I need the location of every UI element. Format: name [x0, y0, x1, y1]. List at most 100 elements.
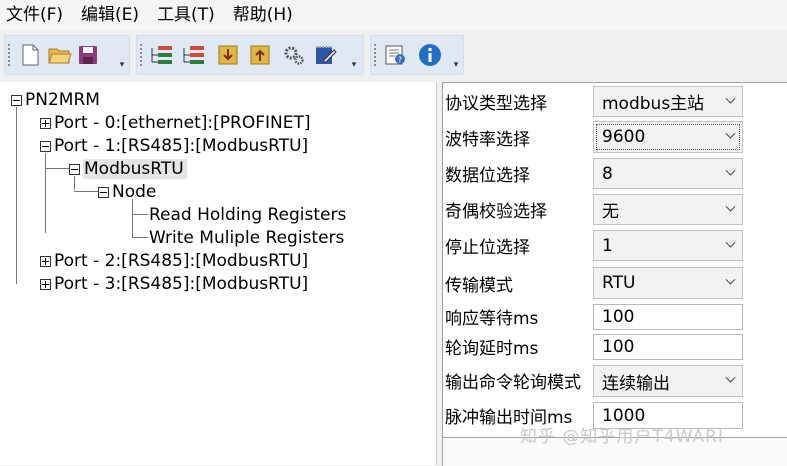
chevron-down-icon: [725, 372, 736, 383]
chevron-down-icon: [725, 201, 736, 212]
help-icon[interactable]: ?: [383, 42, 409, 68]
prop-row-parity: 奇偶校验选择 无: [443, 192, 787, 227]
toolbar-group-help: ? ▾: [370, 35, 464, 75]
chevron-down-icon: [725, 165, 736, 176]
tree-node-label: Port - 2:[RS485]:[ModbusRTU]: [54, 251, 309, 271]
info-icon[interactable]: [417, 42, 443, 68]
toolbar-group-nodes: ▾: [136, 35, 364, 75]
prop-row-databits: 数据位选择 8: [443, 156, 787, 191]
tree-node-port0[interactable]: Port - 0:[ethernet]:[PROFINET]: [40, 112, 310, 134]
databits-select[interactable]: 8: [593, 158, 743, 189]
tree-connector: [16, 107, 17, 284]
tree-node-write-multiple-registers[interactable]: Write Muliple Registers: [149, 227, 344, 249]
tree-node-port2[interactable]: Port - 2:[RS485]:[ModbusRTU]: [40, 250, 308, 272]
toolbar-overflow-chevron-icon[interactable]: ▾: [117, 60, 127, 70]
property-panel: 协议类型选择 modbus主站 波特率选择 9600 数据位选择 8 奇偶校验选…: [442, 82, 787, 438]
tree-node-port1[interactable]: Port - 1:[RS485]:[ModbusRTU]: [40, 135, 308, 157]
transfer-mode-select[interactable]: RTU: [593, 267, 743, 299]
select-value: 连续输出: [602, 373, 670, 394]
new-file-icon[interactable]: [17, 42, 43, 68]
prop-row-stopbits: 停止位选择 1: [443, 228, 787, 263]
device-tree: PN2MRM Port - 0:[ethernet]:[PROFINET] Po…: [0, 82, 436, 465]
menu-bar: 文件(F) 编辑(E) 工具(T) 帮助(H): [0, 0, 787, 30]
prop-row-output-poll-mode: 输出命令轮询模式 连续输出: [443, 362, 787, 399]
tree-connector: [132, 237, 148, 238]
collapse-icon[interactable]: [11, 94, 22, 106]
tree-node-label: Port - 3:[RS485]:[ModbusRTU]: [54, 274, 309, 294]
menu-edit[interactable]: 编辑(E): [72, 0, 148, 30]
chevron-down-icon: [725, 237, 736, 248]
tree-connector: [132, 214, 148, 215]
response-wait-input[interactable]: 100: [593, 304, 743, 330]
tree-node-node[interactable]: Node: [98, 181, 156, 203]
menu-tools[interactable]: 工具(T): [148, 0, 224, 30]
prop-row-mode: 传输模式 RTU: [443, 265, 787, 301]
select-value: 8: [602, 163, 613, 184]
download-icon[interactable]: [215, 42, 241, 68]
prop-label: 奇偶校验选择: [445, 202, 547, 222]
toolbar-grip[interactable]: [140, 44, 142, 68]
prop-label: 停止位选择: [445, 238, 530, 258]
tree-node-port3[interactable]: Port - 3:[RS485]:[ModbusRTU]: [40, 273, 308, 295]
input-value: 100: [602, 307, 635, 327]
expand-icon[interactable]: [40, 255, 51, 267]
toolbar-group-file: ▾: [4, 35, 130, 75]
baudrate-select[interactable]: 9600: [593, 121, 743, 153]
expand-icon[interactable]: [40, 278, 51, 290]
tree-node-modbusrtu[interactable]: ModbusRTU: [69, 158, 187, 180]
chevron-down-icon: [725, 274, 736, 285]
input-value: 100: [602, 337, 635, 357]
tree-connector: [132, 199, 133, 237]
tree-node-label: Read Holding Registers: [149, 205, 347, 225]
save-icon[interactable]: [75, 42, 101, 68]
protocol-select[interactable]: modbus主站: [593, 86, 743, 117]
prop-row-response: 响应等待ms 100: [443, 302, 787, 331]
tree-connector: [45, 153, 46, 233]
remove-node-icon[interactable]: [181, 42, 207, 68]
prop-row-baud: 波特率选择 9600: [443, 119, 787, 155]
tree-node-label: PN2MRM: [25, 90, 100, 110]
upload-icon[interactable]: [247, 42, 273, 68]
parity-select[interactable]: 无: [593, 194, 743, 225]
toolbar-grip[interactable]: [374, 44, 376, 68]
tree-connector: [45, 168, 69, 169]
settings-gears-icon[interactable]: [281, 42, 307, 68]
menu-help[interactable]: 帮助(H): [224, 0, 302, 30]
collapse-icon[interactable]: [98, 186, 109, 198]
edit-notebook-icon[interactable]: [313, 42, 339, 68]
watermark-text: 知乎 @知乎用户T4WARI: [520, 427, 724, 447]
add-node-icon[interactable]: [149, 42, 175, 68]
menu-file[interactable]: 文件(F): [0, 0, 72, 30]
expand-icon[interactable]: [40, 117, 51, 129]
select-value: 9600: [602, 127, 646, 147]
toolbar-overflow-chevron-icon[interactable]: ▾: [349, 60, 359, 70]
tree-node-label: Port - 0:[ethernet]:[PROFINET]: [54, 113, 311, 133]
select-value: 1: [602, 235, 613, 256]
prop-row-poll-delay: 轮询延时ms 100: [443, 332, 787, 361]
output-poll-mode-select[interactable]: 连续输出: [593, 365, 743, 397]
tree-connector: [74, 191, 98, 192]
prop-label: 响应等待ms: [445, 309, 539, 329]
prop-label: 轮询延时ms: [445, 339, 539, 359]
open-folder-icon[interactable]: [47, 42, 73, 68]
select-value: RTU: [602, 273, 636, 293]
toolbar-overflow-chevron-icon[interactable]: ▾: [451, 60, 461, 70]
prop-row-protocol: 协议类型选择 modbus主站: [443, 84, 787, 119]
collapse-icon[interactable]: [69, 163, 80, 175]
select-value: 无: [602, 202, 619, 222]
prop-label: 波特率选择: [445, 129, 530, 150]
poll-delay-input[interactable]: 100: [593, 334, 743, 360]
prop-label: 协议类型选择: [445, 94, 547, 114]
chevron-down-icon: [725, 128, 736, 139]
select-value: modbus主站: [602, 94, 705, 114]
stopbits-select[interactable]: 1: [593, 230, 743, 261]
tree-node-root[interactable]: PN2MRM: [11, 89, 100, 111]
tree-node-label: ModbusRTU: [83, 159, 187, 179]
toolbar-grip[interactable]: [8, 44, 10, 68]
prop-label: 传输模式: [445, 275, 513, 296]
prop-label: 数据位选择: [445, 166, 530, 186]
tree-node-read-holding-registers[interactable]: Read Holding Registers: [149, 204, 346, 226]
prop-label: 输出命令轮询模式: [445, 373, 581, 393]
tree-node-label: Port - 1:[RS485]:[ModbusRTU]: [54, 136, 309, 156]
collapse-icon[interactable]: [40, 140, 51, 152]
